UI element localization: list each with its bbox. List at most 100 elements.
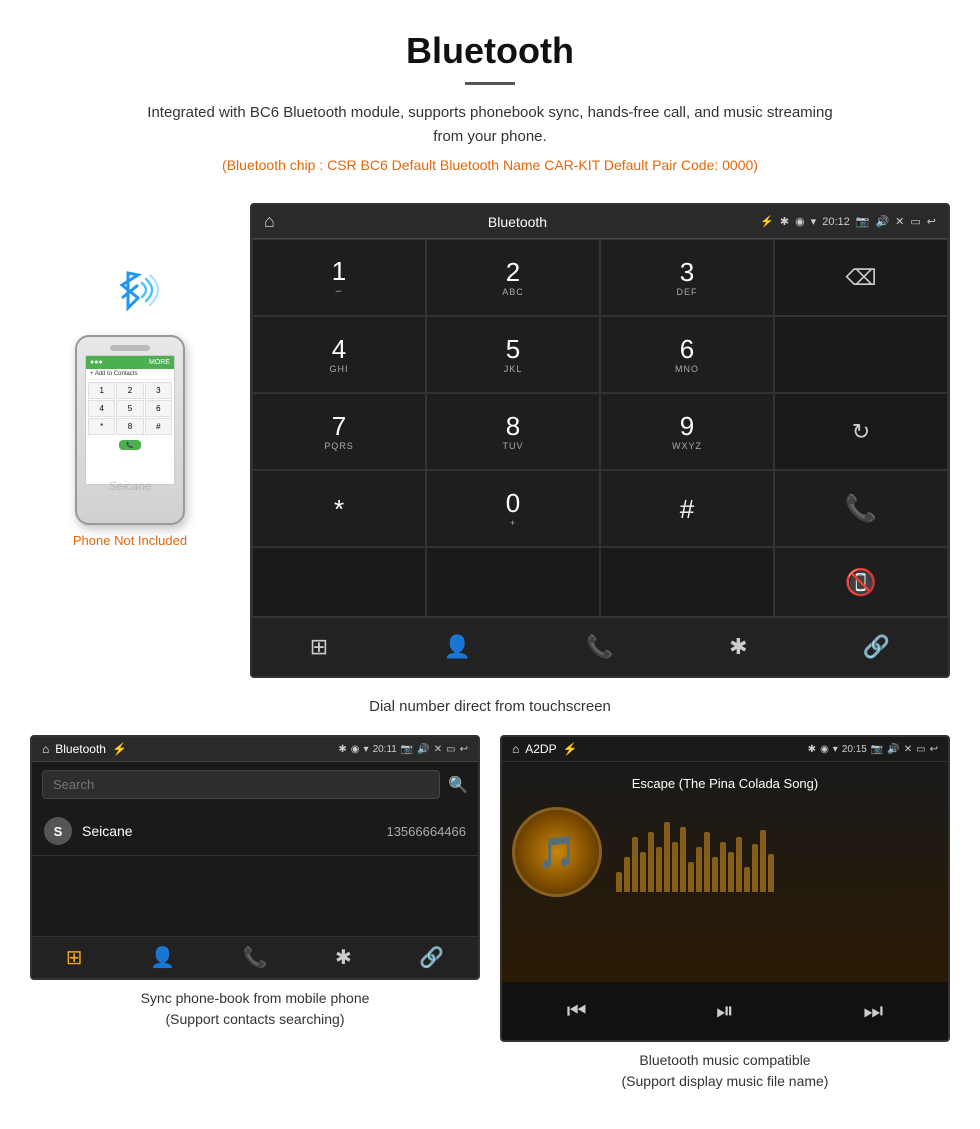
dial-key-2[interactable]: 2ABC [426, 239, 600, 316]
prev-track-btn[interactable]: ⏮ [553, 994, 601, 1028]
viz-bar [656, 847, 662, 892]
pb-vol-icon: 🔊 [417, 744, 429, 755]
phone-btn[interactable]: 📞 [572, 628, 627, 666]
dial-key-7[interactable]: 7PQRS [252, 393, 426, 470]
pb-bt-icon: ✱ [338, 744, 346, 755]
pb-empty-space [32, 856, 478, 936]
music-body: Escape (The Pina Colada Song) 🎵 [502, 762, 948, 982]
screen-title: Bluetooth [488, 214, 547, 230]
dial-key-empty3 [426, 547, 600, 617]
phone-speaker [110, 345, 150, 351]
pb-link-btn[interactable]: 🔗 [419, 945, 444, 970]
viz-bar [688, 862, 694, 892]
music-screen-title: A2DP [525, 742, 556, 756]
viz-bar [744, 867, 750, 892]
phone-screen: ●●●MORE + Add to Contacts 1 2 3 4 5 6 * … [85, 355, 175, 485]
music-vol-icon: 🔊 [887, 744, 899, 755]
dial-caption: Dial number direct from touchscreen [0, 688, 980, 735]
dial-key-5[interactable]: 5JKL [426, 316, 600, 393]
dial-key-8[interactable]: 8TUV [426, 393, 600, 470]
phone-bottom-row: 📞 [86, 437, 174, 453]
pb-search-icon[interactable]: 🔍 [448, 775, 468, 795]
phone-key-9: # [145, 418, 172, 435]
pb-search-input[interactable] [42, 770, 440, 799]
bluetooth-btn[interactable]: ✱ [715, 628, 761, 666]
close-icon[interactable]: ✕ [895, 215, 904, 228]
music-screen: ⌂ A2DP ⚡ ✱ ◉ ▾ 20:15 📷 🔊 ✕ ▭ ↩ E [500, 735, 950, 1042]
viz-bar [712, 857, 718, 892]
dial-key-0[interactable]: 0+ [426, 470, 600, 547]
bottom-screens: ⌂ Bluetooth ⚡ ✱ ◉ ▾ 20:11 📷 🔊 ✕ ▭ ↩ [0, 735, 980, 1116]
phonebook-caption: Sync phone-book from mobile phone (Suppo… [141, 980, 370, 1034]
phone-key-4: 4 [88, 400, 115, 417]
dial-key-endcall[interactable]: 📵 [774, 547, 948, 617]
music-loc-icon: ◉ [820, 744, 829, 755]
page-title: Bluetooth [20, 30, 960, 72]
pb-contact-name: Seicane [82, 823, 376, 839]
viz-bar [696, 847, 702, 892]
pb-home-icon[interactable]: ⌂ [42, 742, 49, 756]
music-back-icon[interactable]: ↩ [930, 744, 938, 755]
pb-contacts-btn[interactable]: 👤 [150, 945, 175, 970]
dialpad-btn[interactable]: ⊞ [296, 628, 342, 666]
viz-bar [680, 827, 686, 892]
music-usb-icon: ⚡ [563, 742, 578, 756]
pb-back-icon[interactable]: ↩ [460, 744, 468, 755]
pb-close-icon[interactable]: ✕ [434, 744, 442, 755]
viz-bar [664, 822, 670, 892]
phone-key-2: 2 [116, 382, 143, 399]
music-album-art: 🎵 [512, 807, 602, 897]
phone-illustration: ●●●MORE + Add to Contacts 1 2 3 4 5 6 * … [30, 203, 230, 548]
music-close-icon[interactable]: ✕ [904, 744, 912, 755]
phone-key-7: * [88, 418, 115, 435]
viz-bar [624, 857, 630, 892]
home-icon[interactable]: ⌂ [264, 211, 275, 232]
dial-key-hash[interactable]: # [600, 470, 774, 547]
pb-wifi-icon: ▾ [364, 744, 369, 755]
music-home-icon[interactable]: ⌂ [512, 742, 519, 756]
status-left: ⌂ [264, 211, 275, 232]
dial-key-4[interactable]: 4GHI [252, 316, 426, 393]
dial-key-call[interactable]: 📞 [774, 470, 948, 547]
pb-usb-icon: ⚡ [112, 742, 127, 756]
back-icon[interactable]: ↩ [927, 215, 936, 228]
dial-key-1[interactable]: 1∽ [252, 239, 426, 316]
next-track-btn[interactable]: ⏭ [849, 994, 897, 1028]
viz-bar [768, 854, 774, 892]
viz-bar [640, 852, 646, 892]
main-dial-section: ●●●MORE + Add to Contacts 1 2 3 4 5 6 * … [0, 203, 980, 678]
music-status-right: ✱ ◉ ▾ 20:15 📷 🔊 ✕ ▭ ↩ [808, 744, 938, 755]
dial-key-3[interactable]: 3DEF [600, 239, 774, 316]
pb-phone-btn[interactable]: 📞 [243, 945, 268, 970]
time-display: 20:12 [822, 216, 850, 228]
link-btn[interactable]: 🔗 [849, 628, 904, 666]
contacts-btn[interactable]: 👤 [430, 628, 485, 666]
play-pause-btn[interactable]: ⏯ [702, 994, 748, 1028]
phone-key-3: 3 [145, 382, 172, 399]
phone-screen-header: ●●●MORE [86, 356, 174, 369]
music-time: 20:15 [842, 744, 867, 755]
pb-loc-icon: ◉ [351, 744, 360, 755]
viz-bar [728, 852, 734, 892]
phone-key-1: 1 [88, 382, 115, 399]
dial-key-backspace[interactable]: ⌫ [774, 239, 948, 316]
music-content-row: 🎵 [512, 807, 938, 897]
car-bottom-bar: ⊞ 👤 📞 ✱ 🔗 [252, 617, 948, 676]
dial-key-9[interactable]: 9WXYZ [600, 393, 774, 470]
pb-status-right: ✱ ◉ ▾ 20:11 📷 🔊 ✕ ▭ ↩ [338, 744, 468, 755]
car-dial-screen: ⌂ Bluetooth ⚡ ✱ ◉ ▾ 20:12 📷 🔊 ✕ ▭ ↩ 1∽ [250, 203, 950, 678]
pb-contact-row[interactable]: S Seicane 13566664466 [32, 807, 478, 856]
viz-bar [736, 837, 742, 892]
pb-dialpad-btn[interactable]: ⊞ [66, 945, 83, 970]
music-wifi-icon: ▾ [833, 744, 838, 755]
seicane-watermark: Seicane [108, 479, 151, 493]
dial-key-empty4 [600, 547, 774, 617]
dial-key-star[interactable]: * [252, 470, 426, 547]
pb-screen-title: Bluetooth [55, 742, 106, 756]
pb-time: 20:11 [373, 744, 397, 755]
dial-key-refresh[interactable]: ↻ [774, 393, 948, 470]
phone-key-8: 8 [116, 418, 143, 435]
dial-key-6[interactable]: 6MNO [600, 316, 774, 393]
pb-bt-btn[interactable]: ✱ [335, 945, 352, 970]
window-icon: ▭ [910, 215, 920, 228]
